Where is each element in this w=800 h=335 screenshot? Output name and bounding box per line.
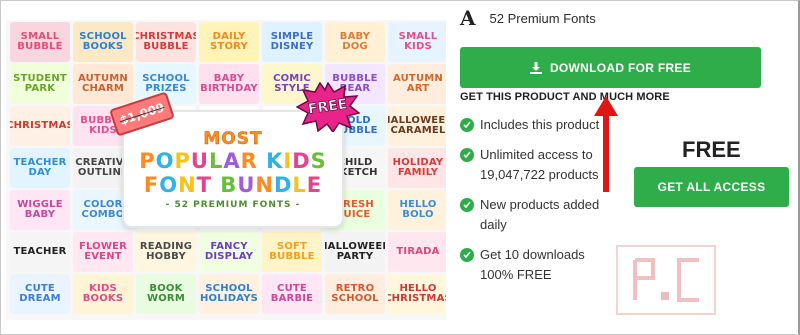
- font-preview-label: DAILY STORY: [210, 31, 248, 52]
- font-preview-label: HOLIDAY FAMILY: [392, 157, 444, 178]
- font-preview-label: TEACHER DAY: [13, 157, 67, 178]
- font-preview-label: TEACHER: [13, 246, 67, 257]
- font-preview-label: CHRISTMAS BUBBLE: [136, 31, 196, 52]
- font-preview-tile: FANCY DISPLAY: [199, 232, 259, 272]
- font-preview-tile: CUTE BARBIE: [262, 274, 322, 314]
- font-preview-label: HELLO CHRISTMAS: [388, 283, 446, 304]
- font-preview-tile: SMALL BUBBLE: [10, 22, 70, 62]
- font-preview-label: FANCY DISPLAY: [204, 241, 254, 262]
- free-price-label: FREE: [682, 137, 741, 162]
- font-preview-tile: SIMPLE DISNEY: [262, 22, 322, 62]
- font-preview-tile: WIGGLE BABY: [10, 190, 70, 230]
- feature-text: Get 10 downloads 100% FREE: [480, 247, 585, 282]
- font-preview-label: SCHOOL HOLIDAYS: [199, 283, 259, 304]
- font-preview-tile: SMALL KIDS: [388, 22, 446, 62]
- font-preview-tile: RETRO SCHOOL: [325, 274, 385, 314]
- download-for-free-button[interactable]: DOWNLOAD FOR FREE: [460, 47, 761, 88]
- font-preview-label: READING HOBBY: [139, 241, 193, 262]
- red-arrow-annotation: [594, 96, 618, 192]
- font-preview-tile: HALLOWEEN CARAMEL: [388, 106, 446, 146]
- font-preview-tile: TEACHER: [10, 232, 70, 272]
- banner-line-2: FONT BUNDLE: [143, 172, 323, 197]
- font-preview-label: SIMPLE DISNEY: [270, 31, 314, 52]
- font-preview-label: KIDS BOOKS: [82, 283, 124, 304]
- check-icon: [460, 198, 474, 212]
- font-preview-label: SCHOOL BOOKS: [79, 31, 127, 52]
- font-preview-tile: KIDS BOOKS: [73, 274, 133, 314]
- font-preview-label: STUDENT PARK: [13, 73, 67, 94]
- download-button-label: DOWNLOAD FOR FREE: [549, 60, 692, 75]
- font-preview-label: AUTUMN ART: [392, 73, 443, 94]
- font-preview-tile: HELLO BOLO: [388, 190, 446, 230]
- product-title-row: A 52 Premium Fonts: [460, 6, 596, 30]
- font-preview-tile: CHRISTMAS: [10, 106, 70, 146]
- feature-item: Get 10 downloads 100% FREE: [460, 247, 620, 285]
- font-preview-label: TIRADA: [396, 246, 440, 257]
- font-preview-label: BOOK WORM: [147, 283, 185, 304]
- font-preview-label: FLOWER EVENT: [78, 241, 128, 262]
- font-preview-label: HALLOWEEN CARAMEL: [388, 115, 446, 136]
- font-preview-label: HELLO BOLO: [399, 199, 437, 220]
- font-preview-tile: FLOWER EVENT: [73, 232, 133, 272]
- font-preview-tile: TIRADA: [388, 232, 446, 272]
- font-glyph-icon: A: [460, 6, 476, 30]
- font-preview-label: CUTE DREAM: [19, 283, 61, 304]
- download-icon: [529, 61, 542, 74]
- watermark-logo: [616, 245, 716, 315]
- font-preview-tile: READING HOBBY: [136, 232, 196, 272]
- font-preview-tile: CUTE DREAM: [10, 274, 70, 314]
- font-preview-tile: AUTUMN ART: [388, 64, 446, 104]
- feature-text: Includes this product: [480, 117, 600, 132]
- get-product-heading: GET THIS PRODUCT AND MUCH MORE: [460, 91, 670, 103]
- font-preview-tile: TEACHER DAY: [10, 148, 70, 188]
- font-preview-tile: DAILY STORY: [199, 22, 259, 62]
- get-all-access-button[interactable]: GET ALL ACCESS: [634, 167, 789, 207]
- banner-line-1: POPULAR KIDS: [139, 148, 327, 173]
- banner-most: MOST: [203, 128, 263, 149]
- font-preview-tile: SCHOOL HOLIDAYS: [199, 274, 259, 314]
- font-preview-tile: SOFT BUBBLE: [262, 232, 322, 272]
- font-preview-tile: BABY DOG: [325, 22, 385, 62]
- free-badge: FREE: [296, 82, 360, 132]
- font-preview-tile: SCHOOL BOOKS: [73, 22, 133, 62]
- font-preview-tile: AUTUMN CHARM: [73, 64, 133, 104]
- font-preview-tile: HALLOWEEN PARTY: [325, 232, 385, 272]
- font-preview-label: SMALL BUBBLE: [17, 31, 63, 52]
- feature-item: New products added daily: [460, 197, 620, 235]
- banner-subtitle: - 52 PREMIUM FONTS -: [165, 199, 301, 210]
- font-preview-tile: CHRISTMAS BUBBLE: [136, 22, 196, 62]
- product-title: 52 Premium Fonts: [489, 10, 596, 26]
- font-preview-label: RETRO SCHOOL: [331, 283, 379, 304]
- font-preview-tile: HELLO CHRISTMAS: [388, 274, 446, 314]
- font-preview-label: AUTUMN CHARM: [77, 73, 128, 94]
- check-icon: [460, 118, 474, 132]
- font-preview-label: SCHOOL PRIZES: [142, 73, 190, 94]
- font-preview-label: CUTE BARBIE: [270, 283, 314, 304]
- font-preview-tile: HOLIDAY FAMILY: [388, 148, 446, 188]
- font-preview-label: BABY DOG: [339, 31, 371, 52]
- watermark-pc-icon: [633, 258, 699, 302]
- font-preview-label: SMALL KIDS: [398, 31, 438, 52]
- font-preview-label: BABY BIRTHDAY: [200, 73, 258, 94]
- font-preview-label: SOFT BUBBLE: [269, 241, 315, 262]
- check-icon: [460, 248, 474, 262]
- feature-text: New products added daily: [480, 197, 600, 232]
- font-preview-label: WIGGLE BABY: [17, 199, 63, 220]
- font-preview-tile: STUDENT PARK: [10, 64, 70, 104]
- font-preview-tile: BOOK WORM: [136, 274, 196, 314]
- check-icon: [460, 148, 474, 162]
- font-preview-label: CHRISTMAS: [10, 120, 70, 131]
- font-preview-label: HALLOWEEN PARTY: [325, 241, 385, 262]
- font-preview-tile: BABY BIRTHDAY: [199, 64, 259, 104]
